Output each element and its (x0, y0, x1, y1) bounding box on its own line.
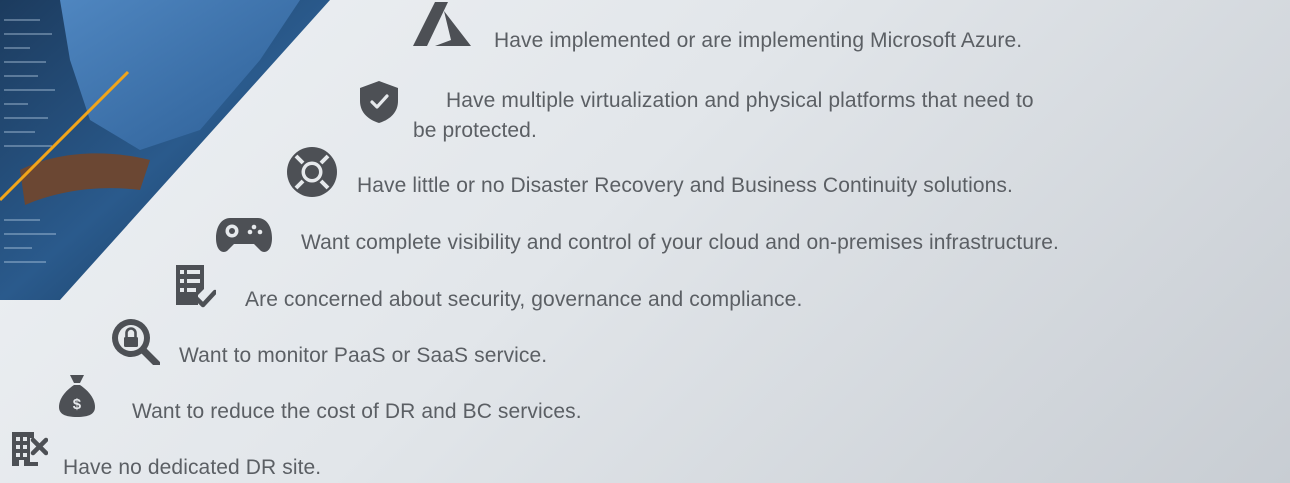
lifebuoy-icon (287, 147, 337, 197)
list-item-text: Want to monitor PaaS or SaaS service. (179, 344, 548, 367)
shield-check-icon (360, 81, 398, 123)
building-x-icon (12, 432, 48, 466)
azure-icon (413, 2, 471, 46)
list-item-text: Have no dedicated DR site. (63, 456, 322, 479)
money-bag-icon: $ (59, 375, 95, 417)
list-item-text: Have little or no Disaster Recovery and … (357, 174, 1013, 197)
list-item-text: Are concerned about security, governance… (245, 288, 803, 311)
lock-search-icon (112, 319, 160, 365)
list-item-text: Want complete visibility and control of … (301, 231, 1059, 254)
checklist-icon (176, 265, 216, 308)
list-item-text: Want to reduce the cost of DR and BC ser… (132, 400, 582, 423)
list-item-text: Have implemented or are implementing Mic… (494, 29, 1023, 52)
list-item-text: Have multiple virtualization and physica… (413, 89, 1034, 142)
svg-text:$: $ (73, 396, 82, 413)
gamepad-icon (216, 218, 272, 252)
